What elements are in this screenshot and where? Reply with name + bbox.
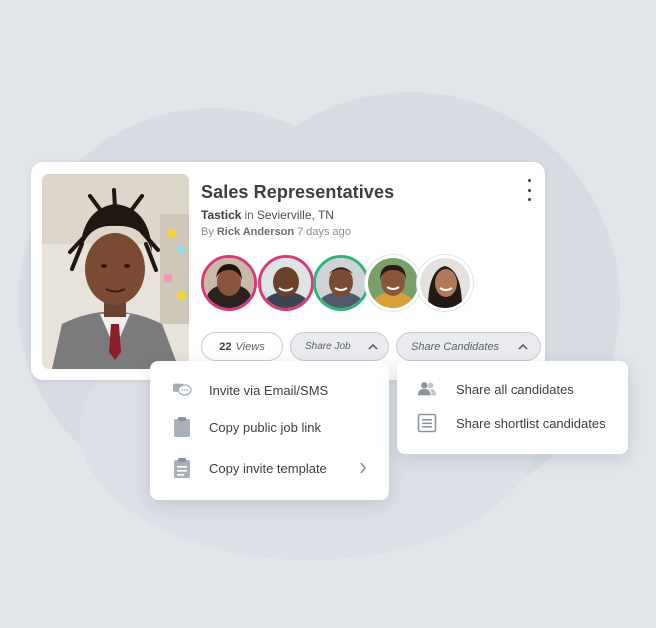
- posted-time: 7 days ago: [297, 226, 351, 238]
- candidate-avatar[interactable]: [313, 255, 369, 311]
- share-job-label: Share Job: [305, 341, 351, 352]
- menu-item-label: Share all candidates: [456, 381, 574, 397]
- chevron-up-icon: [368, 343, 378, 350]
- clipboard-list-icon: [172, 458, 192, 478]
- menu-item-label: Copy invite template: [209, 460, 327, 476]
- share-candidates-button[interactable]: Share Candidates: [396, 332, 541, 361]
- chevron-right-icon: [360, 462, 366, 474]
- job-photo: [42, 174, 189, 369]
- menu-item-share-shortlist[interactable]: Share shortlist candidates: [397, 412, 628, 434]
- job-card: Sales Representatives Tastick in Seviervil…: [31, 162, 545, 380]
- author-line: By Rick Anderson 7 days ago: [201, 226, 351, 238]
- menu-item-share-all-candidates[interactable]: Share all candidates: [397, 378, 628, 400]
- job-title: Sales Representatives: [201, 182, 395, 202]
- share-job-menu: Invite via Email/SMS Copy public job lin…: [150, 361, 389, 500]
- list-icon: [417, 413, 437, 433]
- clipboard-icon: [172, 417, 192, 437]
- users-icon: [417, 379, 437, 399]
- share-job-button[interactable]: Share Job: [290, 332, 389, 361]
- views-label: Views: [235, 340, 265, 353]
- candidate-avatars: [201, 255, 491, 317]
- candidate-avatar[interactable]: [258, 255, 314, 311]
- in-label: in: [244, 208, 254, 222]
- candidate-avatar[interactable]: [201, 255, 257, 311]
- menu-item-invite-email-sms[interactable]: Invite via Email/SMS: [150, 379, 389, 401]
- share-candidates-menu: Share all candidates Share shortlist can…: [397, 361, 628, 454]
- by-label: By: [201, 226, 214, 238]
- menu-item-copy-invite-template[interactable]: Copy invite template: [150, 457, 389, 479]
- chevron-up-icon: [518, 343, 528, 350]
- menu-item-label: Invite via Email/SMS: [209, 382, 329, 398]
- job-location: Sevierville, TN: [256, 208, 334, 222]
- menu-item-copy-public-link[interactable]: Copy public job link: [150, 416, 389, 438]
- candidate-avatar[interactable]: [365, 255, 421, 311]
- views-count: 22: [219, 340, 232, 353]
- more-options-icon[interactable]: [521, 179, 537, 201]
- company-location: Tastick in Sevierville, TN: [201, 208, 334, 222]
- views-badge: 22 Views: [201, 332, 283, 361]
- company-name[interactable]: Tastick: [201, 208, 241, 222]
- author-name[interactable]: Rick Anderson: [217, 226, 294, 238]
- menu-item-label: Copy public job link: [209, 419, 322, 435]
- menu-item-label: Share shortlist candidates: [456, 415, 606, 431]
- chat-bubble-icon: [172, 380, 192, 400]
- candidate-avatar[interactable]: [417, 255, 473, 311]
- share-candidates-label: Share Candidates: [411, 340, 500, 353]
